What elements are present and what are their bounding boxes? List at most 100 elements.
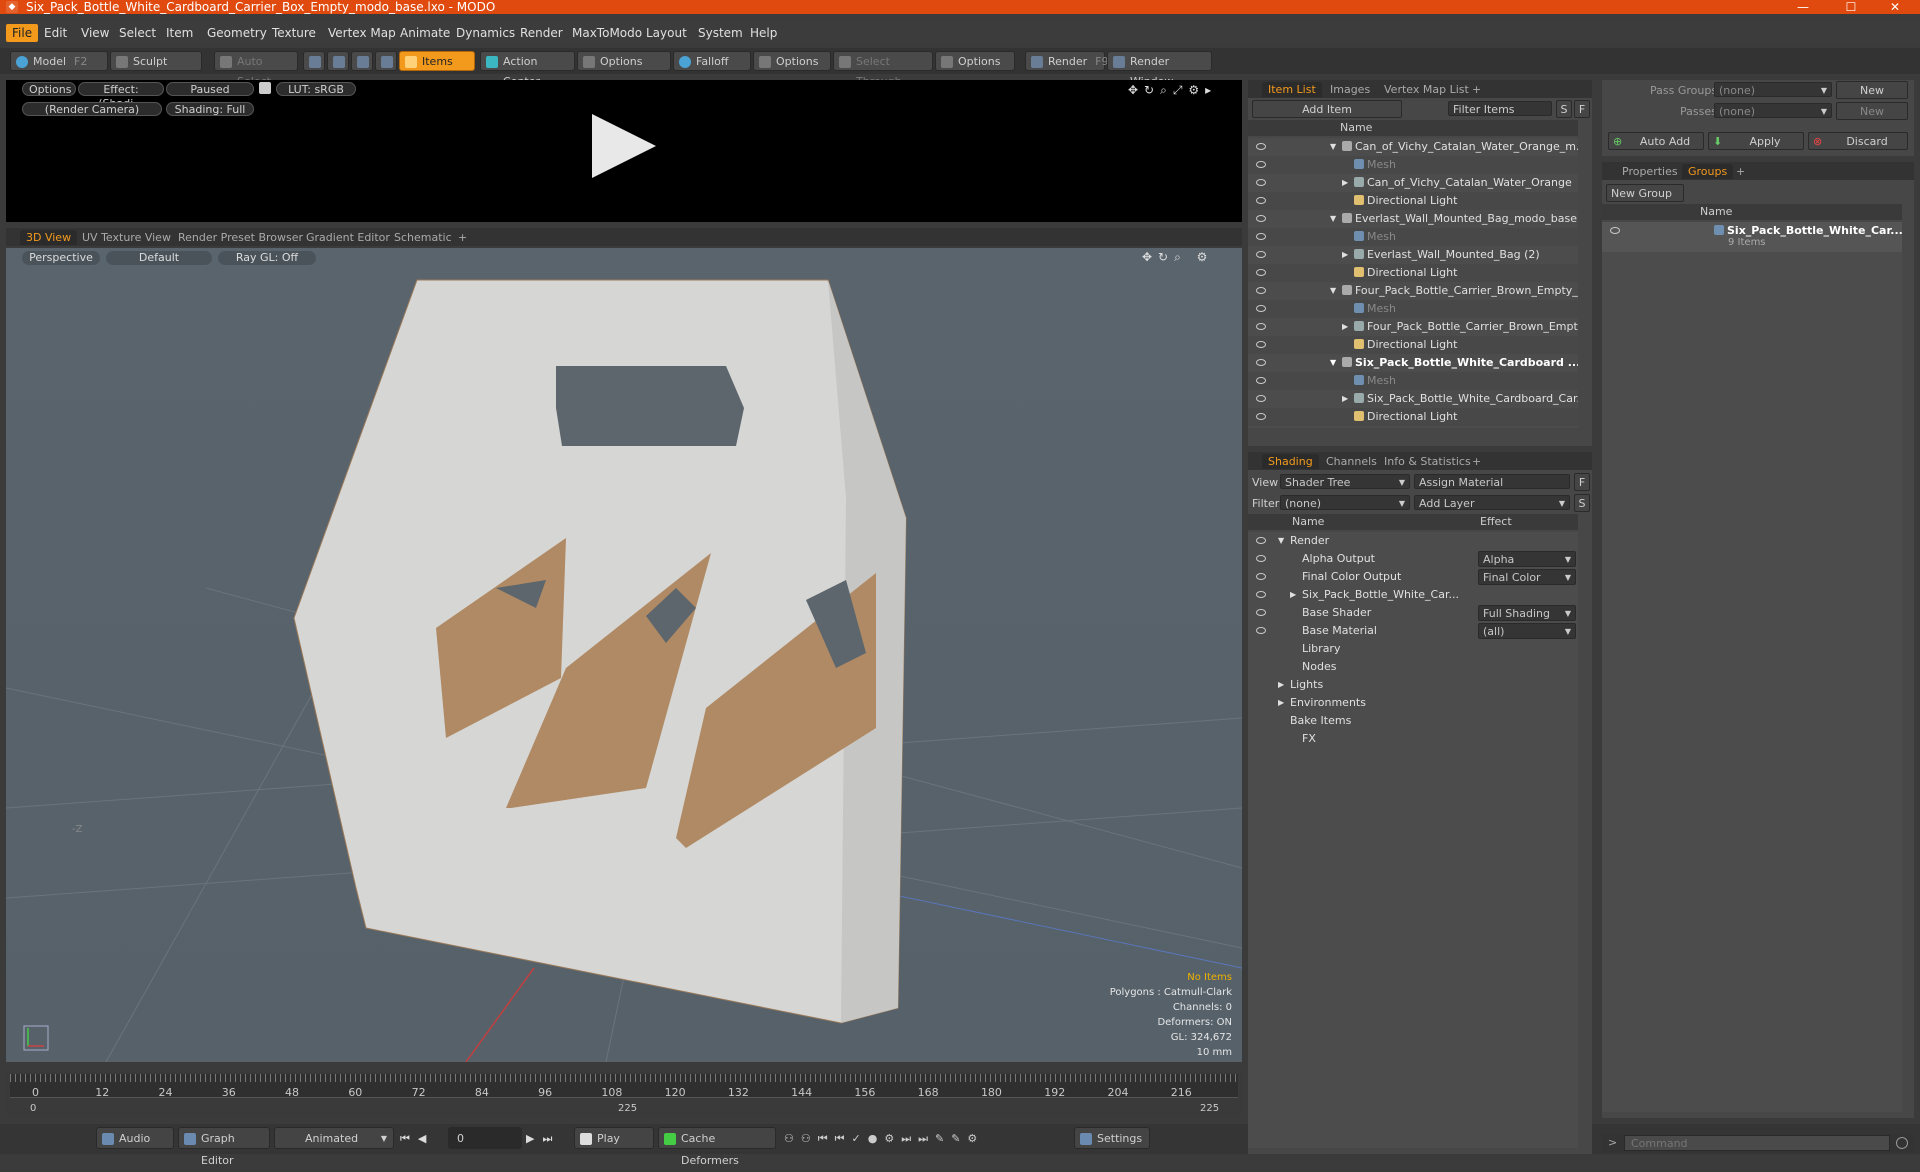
tab-gradient-editor[interactable]: Gradient Editor <box>300 230 396 245</box>
auto-add-button[interactable]: ⊕ Auto Add <box>1608 132 1704 150</box>
shader-row[interactable]: Alpha Output Alpha ▼ <box>1248 550 1578 568</box>
add-tab-button[interactable]: + <box>1730 164 1751 179</box>
close-button[interactable]: ✕ <box>1872 0 1918 14</box>
keyframe-tools-icons[interactable]: ⚇⚇⏮⏮✓●⚙⏭⏭✎✎⚙ <box>784 1132 984 1146</box>
settings-button[interactable]: Settings <box>1074 1127 1150 1149</box>
falloff-button[interactable]: Falloff <box>673 51 751 71</box>
frame-input[interactable]: 0 <box>448 1127 522 1149</box>
visibility-eye-icon[interactable] <box>1256 287 1266 294</box>
materials-mode-button[interactable] <box>375 51 397 71</box>
expand-arrow-icon[interactable]: ▼ <box>1330 282 1336 300</box>
menu-help[interactable]: Help <box>744 24 783 42</box>
assign-material-input[interactable]: Assign Material <box>1414 474 1570 489</box>
minimize-button[interactable]: — <box>1780 0 1826 14</box>
menu-select[interactable]: Select <box>113 24 162 42</box>
passes-dropdown[interactable]: (none) ▼ <box>1714 103 1832 118</box>
timeline[interactable]: 0 12 24 36 48 60 72 84 96 108 120 132 144 156 168 180 19… <box>6 1072 1242 1118</box>
expand-arrow-icon[interactable]: ▶ <box>1342 318 1348 336</box>
menu-render[interactable]: Render <box>514 24 569 42</box>
record-icon[interactable] <box>1896 1137 1908 1149</box>
tab-3d-view[interactable]: 3D View <box>20 230 78 245</box>
effect-dropdown[interactable]: Full Shading ▼ <box>1478 605 1576 621</box>
falloff-options-button[interactable]: Options <box>753 51 831 71</box>
menu-texture[interactable]: Texture <box>266 24 322 42</box>
visibility-eye-icon[interactable] <box>1256 215 1266 222</box>
command-input[interactable] <box>1624 1135 1890 1151</box>
expand-arrow-icon[interactable]: ▼ <box>1330 138 1336 156</box>
render-window-button[interactable]: Render Window <box>1107 51 1212 88</box>
s-button[interactable]: S <box>1574 494 1590 512</box>
visibility-eye-icon[interactable] <box>1256 305 1266 312</box>
tab-images[interactable]: Images <box>1324 82 1376 97</box>
item-row[interactable]: Mesh <box>1248 372 1578 390</box>
visibility-eye-icon[interactable] <box>1256 413 1266 420</box>
menu-item[interactable]: Item <box>160 24 199 42</box>
visibility-eye-icon[interactable] <box>1256 395 1266 402</box>
expand-arrow-icon[interactable]: ▼ <box>1330 210 1336 228</box>
tab-vertex-map-list[interactable]: Vertex Map List <box>1378 82 1475 97</box>
item-row[interactable]: Mesh <box>1248 300 1578 318</box>
tab-info-statistics[interactable]: Info & Statistics <box>1378 454 1477 469</box>
item-row[interactable]: Mesh <box>1248 156 1578 174</box>
f-button[interactable]: F <box>1574 473 1590 491</box>
shader-row[interactable]: ▶ Lights <box>1248 676 1578 694</box>
visibility-eye-icon[interactable] <box>1256 627 1266 634</box>
model-mode-button[interactable]: Model F2 <box>10 51 108 71</box>
play-icon[interactable] <box>592 114 656 178</box>
visibility-eye-icon[interactable] <box>1256 591 1266 598</box>
visibility-eye-icon[interactable] <box>1256 609 1266 616</box>
menu-animate[interactable]: Animate <box>394 24 456 42</box>
s-button[interactable]: S <box>1556 100 1572 118</box>
graph-editor-button[interactable]: Graph Editor <box>178 1127 270 1167</box>
expand-arrow-icon[interactable]: ▶ <box>1342 174 1348 192</box>
menu-system[interactable]: System <box>692 24 749 42</box>
menu-edit[interactable]: Edit <box>38 24 73 42</box>
next-key-icons[interactable]: ▶⏭ <box>526 1132 560 1146</box>
prev-key-icons[interactable]: ⏮◀ <box>400 1132 434 1146</box>
visibility-eye-icon[interactable] <box>1256 143 1266 150</box>
expand-arrow-icon[interactable]: ▶ <box>1342 390 1348 408</box>
menu-geometry[interactable]: Geometry <box>201 24 273 42</box>
shader-row[interactable]: Library <box>1248 640 1578 658</box>
paused-toggle[interactable]: Paused <box>166 82 254 96</box>
menu-vertex-map[interactable]: Vertex Map <box>322 24 402 42</box>
auto-select-button[interactable]: Auto Select <box>214 51 298 88</box>
add-layer-dropdown[interactable]: Add Layer ▼ <box>1414 495 1570 510</box>
item-row[interactable]: ▼ Can_of_Vichy_Catalan_Water_Orange_m... <box>1248 138 1578 156</box>
visibility-eye-icon[interactable] <box>1256 573 1266 580</box>
animated-dropdown[interactable]: Animated ▼ <box>274 1127 394 1149</box>
new-group-button[interactable]: New Group <box>1606 184 1684 202</box>
visibility-eye-icon[interactable] <box>1256 269 1266 276</box>
menu-dynamics[interactable]: Dynamics <box>450 24 521 42</box>
visibility-eye-icon[interactable] <box>1256 359 1266 366</box>
item-row[interactable]: ▶ Everlast_Wall_Mounted_Bag (2) <box>1248 246 1578 264</box>
polygons-mode-button[interactable] <box>351 51 373 71</box>
add-item-dropdown[interactable]: Add Item <box>1252 100 1402 118</box>
select-through-button[interactable]: Select Through <box>833 51 933 88</box>
expand-arrow-icon[interactable]: ▶ <box>1342 246 1348 264</box>
item-row[interactable]: ▼ Four_Pack_Bottle_Carrier_Brown_Empty_..… <box>1248 282 1578 300</box>
shader-row[interactable]: ▼ Render <box>1248 532 1578 550</box>
tab-schematic[interactable]: Schematic <box>388 230 458 245</box>
expand-arrow-icon[interactable]: ▶ <box>1278 694 1284 712</box>
expand-arrow-icon[interactable]: ▼ <box>1330 354 1336 372</box>
visibility-eye-icon[interactable] <box>1256 161 1266 168</box>
shading-dropdown[interactable]: Shading: Full <box>166 102 254 116</box>
tab-item-list[interactable]: Item List <box>1262 82 1322 97</box>
maximize-button[interactable]: ☐ <box>1828 0 1874 14</box>
sculpt-mode-button[interactable]: Sculpt <box>110 51 202 71</box>
tab-uv-texture-view[interactable]: UV Texture View <box>76 230 177 245</box>
tab-properties[interactable]: Properties <box>1616 164 1684 179</box>
item-row[interactable]: ▶ Six_Pack_Bottle_White_Cardboard_Car... <box>1248 390 1578 408</box>
expand-arrow-icon[interactable]: ▼ <box>1278 532 1284 550</box>
add-tab-button[interactable]: + <box>1466 82 1487 97</box>
new-pass-button[interactable]: New <box>1836 102 1908 120</box>
play-button[interactable]: Play <box>574 1127 654 1149</box>
apply-button[interactable]: ⬇ Apply <box>1708 132 1804 150</box>
action-center-button[interactable]: Action Center <box>480 51 575 88</box>
preview-nav-icons[interactable]: ✥↻⌕⤢⚙▸ <box>1128 83 1217 98</box>
render-button[interactable]: Render F9 <box>1025 51 1109 71</box>
effect-dropdown[interactable]: Alpha ▼ <box>1478 551 1576 567</box>
effect-dropdown[interactable]: Final Color ▼ <box>1478 569 1576 585</box>
lut-dropdown[interactable]: LUT: sRGB <box>276 82 356 96</box>
